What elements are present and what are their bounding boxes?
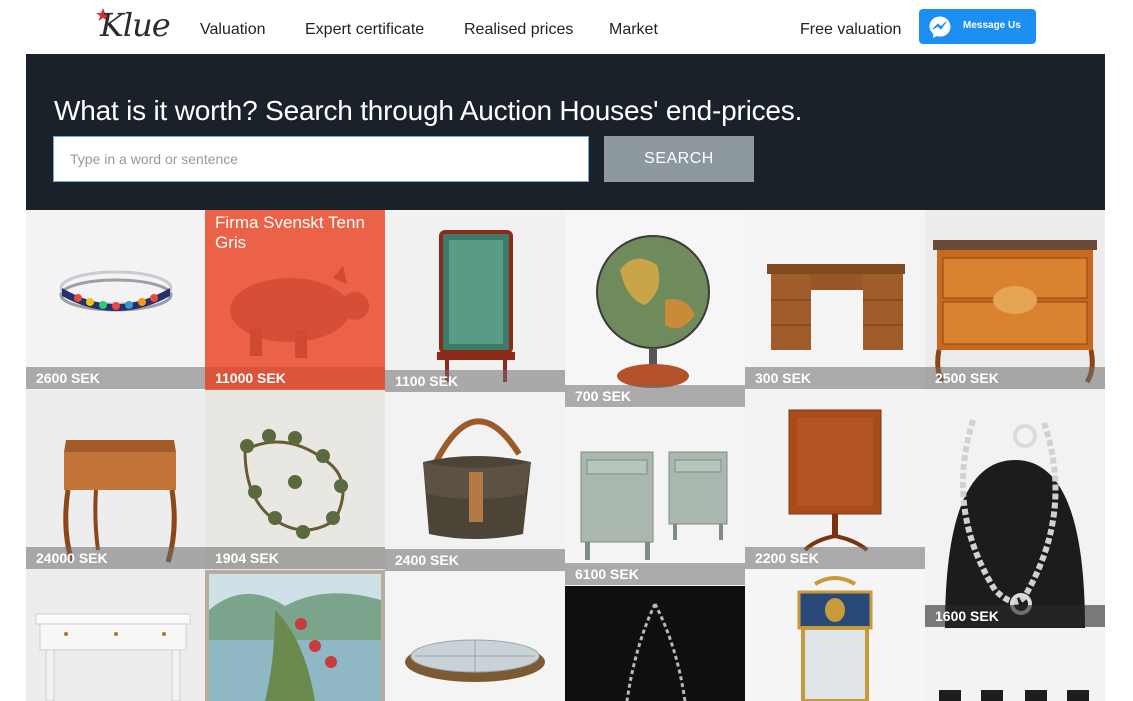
gallery-item[interactable]: 2400 SEK (385, 394, 565, 572)
gallery-item[interactable] (385, 572, 565, 701)
nav-link-valuation[interactable]: Valuation (200, 21, 266, 39)
gallery-item[interactable] (925, 628, 1105, 701)
desk-icon (767, 264, 905, 350)
messenger-label: Message Us (963, 20, 1021, 31)
messenger-button[interactable]: Message Us (919, 9, 1036, 44)
nav-link-free-valuation[interactable]: Free valuation (800, 21, 901, 39)
gallery-item[interactable]: 2600 SEK (26, 210, 206, 390)
glass-vitrine-cabinet-icon (437, 230, 515, 382)
glass-serving-dish-icon (405, 639, 545, 682)
gallery-item[interactable] (205, 570, 385, 701)
gallery-item[interactable]: Firma Svenskt Tenn Gris 11000 SEK (205, 210, 385, 390)
price-label: 1600 SEK (925, 605, 1105, 627)
candelabra-icon (240, 429, 348, 539)
landscape-painting-icon (209, 574, 381, 701)
gallery-item[interactable]: 24000 SEK (26, 390, 206, 570)
gallery-item[interactable]: 300 SEK (745, 210, 925, 390)
nav-link-market[interactable]: Market (609, 21, 658, 39)
nav-link-realised-prices[interactable]: Realised prices (464, 21, 573, 39)
gallery-item[interactable] (745, 570, 925, 701)
chairs-icon (939, 690, 1089, 701)
price-label: 2200 SEK (745, 547, 925, 569)
price-label: 24000 SEK (26, 547, 206, 569)
commode-icon (933, 240, 1097, 384)
price-label: 6100 SEK (565, 563, 745, 585)
top-navigation: Klue Valuation Expert certificate Realis… (0, 0, 1133, 54)
gallery-item[interactable] (26, 570, 206, 701)
bangle-bracelet-icon (59, 270, 173, 312)
tile-title: Firma Svenskt Tenn Gris (215, 213, 365, 252)
silver-necklace-icon (925, 390, 1105, 628)
gilt-mirror-icon (797, 576, 873, 701)
price-label: 300 SEK (745, 367, 925, 389)
search-input[interactable] (53, 136, 589, 182)
price-label: 2500 SEK (925, 367, 1105, 389)
tilt-top-table-icon (788, 409, 882, 552)
gallery-item[interactable]: 1904 SEK (205, 390, 385, 570)
price-label: 2400 SEK (385, 549, 565, 571)
price-label: 700 SEK (565, 385, 745, 407)
logo-text: Klue (100, 6, 171, 44)
nav-link-expert-certificate[interactable]: Expert certificate (305, 21, 424, 39)
globe-lamp-icon (596, 235, 710, 388)
writing-desk-icon (63, 440, 177, 563)
search-hero: What is it worth? Search through Auction… (26, 54, 1105, 210)
gallery-item[interactable]: 700 SEK (565, 210, 745, 408)
messenger-icon (929, 16, 951, 38)
price-label: 11000 SEK (205, 367, 385, 389)
nightstands-icon (580, 451, 728, 560)
gallery-item[interactable]: 1600 SEK (925, 390, 1105, 628)
auction-gallery: 2600 SEK Firma Svenskt Tenn Gris 11000 S… (26, 210, 1105, 701)
price-label: 2600 SEK (26, 367, 206, 389)
price-label: 1100 SEK (385, 370, 565, 392)
handbag-icon (423, 418, 531, 539)
gallery-item[interactable]: 1100 SEK (385, 210, 565, 394)
hero-title: What is it worth? Search through Auction… (54, 95, 803, 126)
chain-necklace-icon (625, 603, 687, 701)
price-label: 1904 SEK (205, 547, 385, 569)
search-button[interactable]: SEARCH (604, 136, 754, 182)
white-desk-icon (35, 613, 191, 701)
gallery-item[interactable]: 2200 SEK (745, 390, 925, 570)
gallery-item[interactable]: 6100 SEK (565, 408, 745, 586)
klue-logo[interactable]: Klue (96, 6, 176, 46)
gallery-item[interactable] (565, 586, 745, 701)
gallery-item[interactable]: 2500 SEK (925, 210, 1105, 390)
